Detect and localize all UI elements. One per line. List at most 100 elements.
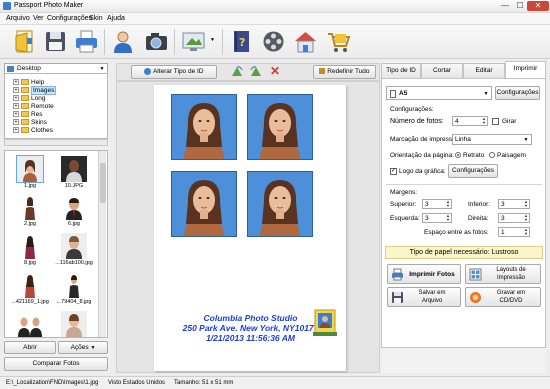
landscape-radio[interactable] <box>489 152 495 158</box>
portrait-radio[interactable] <box>455 152 461 158</box>
home-icon[interactable] <box>292 28 319 55</box>
right-margin-input[interactable]: 3 ▲ ▼ <box>498 213 530 223</box>
delete-icon[interactable]: ✕ <box>269 65 281 77</box>
layouts-icon <box>469 268 482 281</box>
reset-all-button[interactable]: Redefinir Tudo <box>313 65 376 79</box>
user-icon[interactable] <box>110 28 137 55</box>
menu-ver[interactable]: Ver <box>33 15 44 22</box>
cut-marks-select[interactable]: Linha ▼ <box>452 134 532 145</box>
menu-configuracoes[interactable]: Configurações <box>47 15 92 22</box>
thumbnail-item[interactable]: 8.jpg <box>9 231 51 269</box>
tab-print[interactable]: Imprimir <box>505 61 546 78</box>
tab-crop[interactable]: Cortar <box>421 63 463 78</box>
expand-icon[interactable]: + <box>13 103 19 110</box>
tree-item-clothes[interactable]: + Clothes <box>13 127 53 135</box>
rotate-left-icon[interactable] <box>230 64 244 78</box>
open-icon[interactable] <box>11 28 38 55</box>
left-margin-input[interactable]: 3 ▲ ▼ <box>422 213 452 223</box>
expand-icon[interactable]: + <box>13 87 19 94</box>
tab-id-type[interactable]: Tipo de ID <box>381 63 421 78</box>
open-button[interactable]: Abrir <box>4 341 56 354</box>
tree-horizontal-scrollbar[interactable] <box>4 139 108 146</box>
thumbnail-item[interactable]: 10.JPG <box>53 154 95 192</box>
actions-button-label: Ações <box>70 344 89 351</box>
expand-icon[interactable]: + <box>13 119 19 126</box>
passport-photo[interactable] <box>171 171 237 237</box>
save-icon[interactable] <box>42 28 69 55</box>
expand-icon[interactable]: + <box>13 127 19 134</box>
top-margin-input[interactable]: 3 ▲ ▼ <box>422 199 452 209</box>
spacing-input[interactable]: 1 ▲ ▼ <box>498 227 530 237</box>
passport-photo[interactable] <box>247 94 313 160</box>
tree-item-res[interactable]: + Res <box>13 111 43 119</box>
spin-arrows-icon[interactable]: ▲ ▼ <box>446 214 450 222</box>
camera-icon[interactable] <box>143 28 170 55</box>
rotate-checkbox[interactable] <box>492 118 499 125</box>
print-icon[interactable] <box>73 28 100 55</box>
rotate-right-icon[interactable] <box>249 64 263 78</box>
spin-arrows-icon[interactable]: ▲ ▼ <box>524 200 528 208</box>
menu-ajuda[interactable]: Ajuda <box>107 15 125 22</box>
spin-arrows-icon[interactable]: ▲ ▼ <box>446 200 450 208</box>
menu-skin[interactable]: Skin <box>89 15 103 22</box>
thumbnail-item[interactable]: ...421169_1.jpg <box>9 270 51 308</box>
tree-item-skins[interactable]: + Skins <box>13 119 47 127</box>
print-photos-button[interactable]: Imprimir Fotos <box>387 264 461 284</box>
minimize-button[interactable]: — <box>497 1 513 11</box>
close-button[interactable]: ✕ <box>527 1 549 11</box>
book-icon[interactable]: ? <box>228 28 255 55</box>
app-icon <box>3 2 11 10</box>
thumbnail-item[interactable]: 6.jpg <box>53 192 95 230</box>
maximize-button[interactable]: ☐ <box>512 1 528 11</box>
actions-button[interactable]: Ações ▼ <box>58 341 108 354</box>
chevron-down-icon[interactable]: ▼ <box>482 90 490 98</box>
save-to-file-button[interactable]: Salvar em Arquivo <box>387 287 461 307</box>
reset-icon <box>319 68 326 75</box>
change-id-type-button[interactable]: Alterar Tipo de ID <box>131 65 217 79</box>
logo-config-button[interactable]: Configurações <box>448 164 498 178</box>
chevron-down-icon[interactable]: ▼ <box>522 136 530 144</box>
spin-arrows-icon[interactable]: ▲ ▼ <box>524 214 528 222</box>
studio-address: 250 Park Ave. New York, NY10177 <box>182 323 319 333</box>
chevron-down-icon[interactable]: ▼ <box>98 65 106 73</box>
tab-edit[interactable]: Editar <box>463 63 505 78</box>
scrollbar-thumb[interactable] <box>100 163 106 203</box>
screen-capture-icon[interactable] <box>180 28 207 55</box>
expand-icon[interactable]: + <box>13 111 19 118</box>
thumbnail-item[interactable]: ...116ab100.jpg <box>53 231 95 269</box>
burn-cd-button[interactable]: Gravar em CD/DVD <box>465 287 541 307</box>
paper-size-select[interactable]: A5 ▼ <box>386 86 492 100</box>
tree-item-long[interactable]: + Long <box>13 95 45 103</box>
thumbnail-scrollbar[interactable] <box>98 151 106 337</box>
thumbnail-item[interactable] <box>53 309 95 337</box>
expand-icon[interactable]: + <box>13 95 19 102</box>
folder-tree[interactable]: + Help + Images + Long + Remote + Res + Skins … <box>4 73 108 139</box>
logo-checkbox[interactable]: ✓ <box>390 168 397 175</box>
thumbnail-item[interactable] <box>9 309 51 337</box>
num-photos-input[interactable]: 4 ▲ ▼ <box>452 116 488 126</box>
compare-photos-button[interactable]: Comparar Fotos <box>4 357 108 371</box>
bottom-margin-input[interactable]: 3 ▲ ▼ <box>498 199 530 209</box>
film-reel-icon[interactable] <box>260 28 287 55</box>
menu-arquivo[interactable]: Arquivo <box>6 15 30 22</box>
tree-item-images[interactable]: + Images <box>13 86 57 95</box>
thumbnail-image <box>17 194 43 220</box>
spin-arrows-icon[interactable]: ▲ ▼ <box>524 228 528 236</box>
print-layouts-button[interactable]: Layouts de Impressão <box>465 264 541 284</box>
paper-config-button[interactable]: Configurações <box>495 86 540 100</box>
spin-arrows-icon[interactable]: ▲ ▼ <box>482 117 486 125</box>
change-id-type-label: Alterar Tipo de ID <box>152 68 204 75</box>
thumbnail-item[interactable]: ...79404_8.jpg <box>53 270 95 308</box>
chevron-down-icon[interactable]: ▼ <box>210 37 215 43</box>
thumbnail-list[interactable]: 1.jpg 10.JPG 2.jpg 6.jpg 8.jpg ...116ab1… <box>4 150 108 338</box>
thumbnail-item[interactable]: 2.jpg <box>9 192 51 230</box>
user-icon <box>144 67 152 75</box>
cart-icon[interactable] <box>325 28 352 55</box>
thumbnail-item[interactable]: 1.jpg <box>9 154 51 192</box>
passport-photo[interactable] <box>171 94 237 160</box>
save-icon <box>392 292 403 303</box>
expand-icon[interactable]: + <box>13 79 19 86</box>
passport-photo[interactable] <box>247 171 313 237</box>
tree-item-remote[interactable]: + Remote <box>13 103 54 111</box>
right-margin-label: Direita: <box>468 215 489 222</box>
